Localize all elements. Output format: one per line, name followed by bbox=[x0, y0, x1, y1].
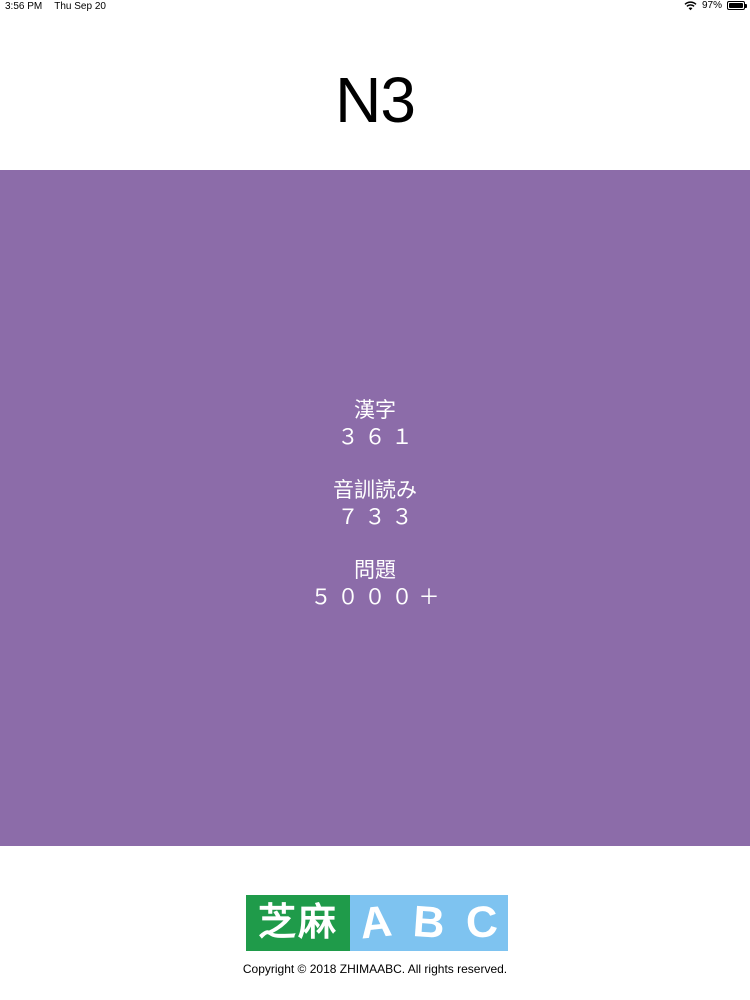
logo-letter-c: C bbox=[464, 897, 499, 948]
app-screen: 3:56 PM Thu Sep 20 97% N3 漢字 ３６１ 音訓読み ７３… bbox=[0, 0, 750, 1000]
stat-value: ３６１ bbox=[337, 426, 419, 449]
status-time: 3:56 PM bbox=[5, 1, 43, 12]
level-title: N3 bbox=[335, 64, 416, 136]
stat-label: 音訓読み bbox=[333, 479, 417, 502]
status-bar: 3:56 PM Thu Sep 20 97% bbox=[0, 0, 750, 14]
logo-chinese-text: 芝麻 bbox=[246, 895, 350, 951]
logo-abc-letters: A B C bbox=[350, 895, 508, 951]
copyright-text: Copyright © 2018 ZHIMAABC. All rights re… bbox=[242, 962, 508, 976]
stat-readings: 音訓読み ７３３ bbox=[0, 478, 750, 532]
stat-kanji: 漢字 ３６１ bbox=[0, 398, 750, 452]
stat-value: ７３３ bbox=[337, 506, 419, 529]
stat-label: 漢字 bbox=[354, 399, 396, 422]
status-left: 3:56 PM Thu Sep 20 bbox=[5, 1, 106, 12]
logo-letter-a: A bbox=[357, 896, 395, 949]
status-right: 97% bbox=[684, 0, 747, 11]
stats-list: 漢字 ３６１ 音訓読み ７３３ 問題 ５０００＋ bbox=[0, 398, 750, 638]
logo-letter-b: B bbox=[411, 896, 447, 949]
stat-questions: 問題 ５０００＋ bbox=[0, 558, 750, 612]
zhima-abc-logo: 芝麻 A B C bbox=[246, 895, 508, 951]
battery-icon bbox=[727, 1, 747, 10]
stat-value: ５０００＋ bbox=[310, 586, 446, 609]
status-date: Thu Sep 20 bbox=[54, 1, 106, 12]
wifi-icon bbox=[684, 0, 697, 11]
battery-percent: 97% bbox=[701, 0, 722, 11]
stat-label: 問題 bbox=[354, 559, 396, 582]
level-card[interactable]: 漢字 ３６１ 音訓読み ７３３ 問題 ５０００＋ bbox=[0, 170, 750, 846]
